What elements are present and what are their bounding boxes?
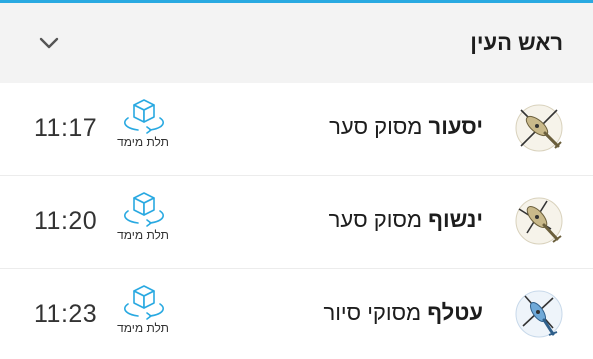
- time-label: 11:23: [34, 300, 98, 328]
- aircraft-label: יסעור מסוק סער: [329, 114, 483, 140]
- aircraft-label: עטלף מסוקי סיור: [323, 300, 483, 326]
- list-item[interactable]: יסעור מסוק סער תלת מימד 11:17: [0, 84, 593, 176]
- helicopter-icon: [513, 102, 565, 154]
- place-name: יסעור: [428, 114, 483, 139]
- place-name: ינשוף: [428, 207, 483, 232]
- flyover-panel: ראש העין יסעור מסוק סער תלת מימד 11:17 י…: [0, 0, 593, 359]
- cube-3d-icon: [124, 99, 164, 134]
- chevron-down-icon[interactable]: [36, 30, 62, 56]
- location-header[interactable]: ראש העין: [0, 3, 593, 83]
- view-3d-button[interactable]: תלת מימד: [110, 191, 176, 247]
- list-item[interactable]: ינשוף מסוק סער תלת מימד 11:20: [0, 177, 593, 269]
- cube-3d-icon: [124, 192, 164, 227]
- location-title: ראש העין: [470, 30, 563, 55]
- view-3d-label: תלת מימד: [117, 135, 169, 149]
- helicopter-icon: [513, 288, 565, 340]
- cube-3d-icon: [124, 285, 164, 320]
- aircraft-type: מסוק סער: [329, 114, 423, 139]
- helicopter-icon: [513, 195, 565, 247]
- aircraft-type: מסוק סער: [328, 207, 422, 232]
- place-name: עטלף: [427, 300, 483, 325]
- view-3d-label: תלת מימד: [117, 228, 169, 242]
- view-3d-label: תלת מימד: [117, 321, 169, 335]
- view-3d-button[interactable]: תלת מימד: [110, 284, 176, 340]
- time-label: 11:20: [34, 207, 98, 235]
- time-label: 11:17: [34, 114, 98, 142]
- list-item[interactable]: עטלף מסוקי סיור תלת מימד 11:23: [0, 270, 593, 359]
- aircraft-type: מסוקי סיור: [323, 300, 422, 325]
- view-3d-button[interactable]: תלת מימד: [110, 98, 176, 154]
- aircraft-label: ינשוף מסוק סער: [329, 207, 483, 233]
